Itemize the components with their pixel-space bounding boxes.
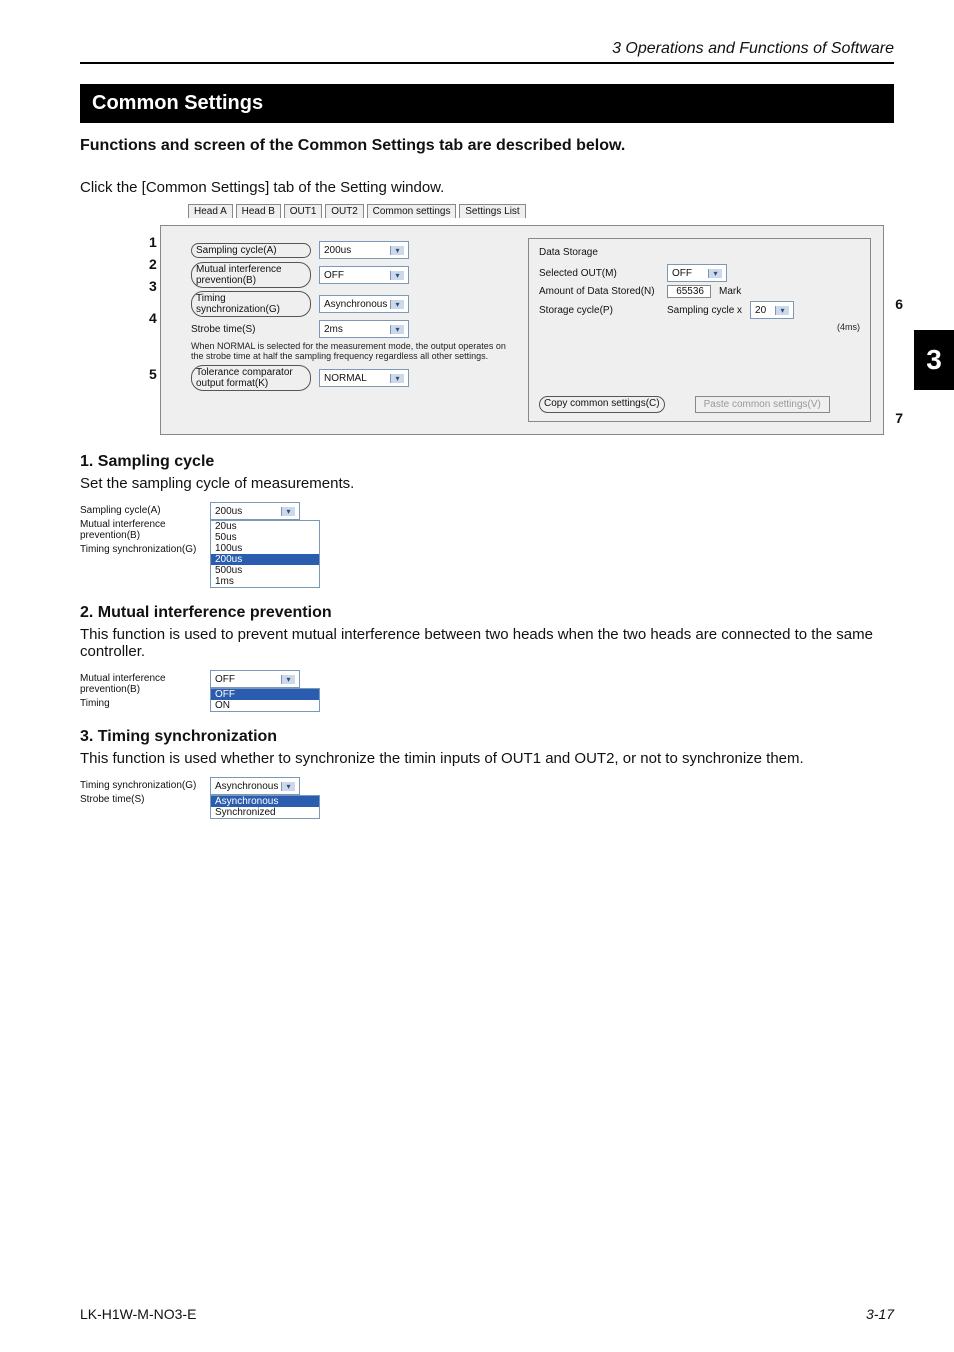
section-2-body: This function is used to prevent mutual …: [80, 626, 894, 660]
chevron-down-icon: ▾: [390, 300, 404, 309]
s3-select[interactable]: Asynchronous ▾: [210, 777, 300, 795]
chevron-down-icon: ▾: [281, 782, 295, 791]
section-3-figure: Timing synchronization(G) Strobe time(S)…: [80, 777, 894, 819]
selected-out-label: Selected OUT(M): [539, 268, 659, 279]
list-item[interactable]: 1ms: [211, 576, 319, 587]
callout-7: 7: [895, 410, 903, 426]
tab-common[interactable]: Common settings: [367, 204, 457, 218]
running-head: 3 Operations and Functions of Software: [80, 40, 894, 64]
tab-out1[interactable]: OUT1: [284, 204, 323, 218]
lead-text: Functions and screen of the Common Setti…: [80, 137, 894, 155]
tab-head-a[interactable]: Head A: [188, 204, 233, 218]
tolerance-value: NORMAL: [324, 373, 367, 384]
sampling-label: Sampling cycle(A): [191, 243, 311, 258]
chevron-down-icon: ▾: [281, 675, 295, 684]
list-item[interactable]: OFF: [211, 689, 319, 700]
section-2-heading: 2. Mutual interference prevention: [80, 604, 894, 622]
s1-select-value: 200us: [215, 506, 242, 517]
chevron-down-icon: ▾: [281, 507, 295, 516]
list-item[interactable]: 200us: [211, 554, 319, 565]
s3-label-1: Strobe time(S): [80, 794, 200, 805]
list-item[interactable]: Asynchronous: [211, 796, 319, 807]
sampling-value: 200us: [324, 245, 351, 256]
tolerance-label: Tolerance comparator output format(K): [191, 365, 311, 391]
list-item[interactable]: 500us: [211, 565, 319, 576]
storage-cycle-mid: Sampling cycle x: [667, 305, 742, 316]
s1-select[interactable]: 200us ▾: [210, 502, 300, 520]
s1-dropdown-list[interactable]: 20us 50us 100us 200us 500us 1ms: [210, 520, 320, 588]
chevron-down-icon: ▾: [390, 246, 404, 255]
storage-cycle-value: 20: [755, 305, 766, 316]
callout-3: 3: [149, 278, 157, 294]
intro-text: Click the [Common Settings] tab of the S…: [80, 179, 894, 196]
paste-settings-button[interactable]: Paste common settings(V): [695, 396, 830, 413]
list-item[interactable]: Synchronized: [211, 807, 319, 818]
selected-out-select[interactable]: OFF ▾: [667, 264, 727, 282]
timing-label: Timing synchronization(G): [191, 291, 311, 317]
s2-select-value: OFF: [215, 674, 235, 685]
section-1-heading: 1. Sampling cycle: [80, 453, 894, 471]
section-3-body: This function is used whether to synchro…: [80, 750, 894, 767]
mip-select[interactable]: OFF ▾: [319, 266, 409, 284]
chevron-down-icon: ▾: [390, 271, 404, 280]
amount-stored-label: Amount of Data Stored(N): [539, 286, 659, 297]
section-2-figure: Mutual interference prevention(B) Timing…: [80, 670, 894, 712]
tolerance-select[interactable]: NORMAL ▾: [319, 369, 409, 387]
storage-cycle-label: Storage cycle(P): [539, 305, 659, 316]
page-title: Common Settings: [80, 84, 894, 123]
s1-label-0: Sampling cycle(A): [80, 505, 200, 516]
chevron-down-icon: ▾: [775, 306, 789, 315]
strobe-note: When NORMAL is selected for the measurem…: [191, 341, 512, 361]
amount-stored-suffix: Mark: [719, 286, 741, 297]
mip-value: OFF: [324, 270, 344, 281]
list-item[interactable]: ON: [211, 700, 319, 711]
list-item[interactable]: 50us: [211, 532, 319, 543]
s1-label-2: Timing synchronization(G): [80, 544, 200, 555]
list-item[interactable]: 20us: [211, 521, 319, 532]
s3-dropdown-list[interactable]: Asynchronous Synchronized: [210, 795, 320, 819]
tab-strip: Head A Head B OUT1 OUT2 Common settings …: [160, 206, 884, 221]
tab-head-b[interactable]: Head B: [236, 204, 281, 218]
storage-cycle-select[interactable]: 20 ▾: [750, 301, 794, 319]
s2-dropdown-list[interactable]: OFF ON: [210, 688, 320, 712]
chapter-tab: 3: [914, 330, 954, 390]
mip-label: Mutual interference prevention(B): [191, 262, 311, 288]
s2-select[interactable]: OFF ▾: [210, 670, 300, 688]
list-item[interactable]: 100us: [211, 543, 319, 554]
amount-stored-value[interactable]: 65536: [667, 285, 711, 298]
s2-label-1: Timing: [80, 698, 200, 709]
chevron-down-icon: ▾: [708, 269, 722, 278]
footer-left: LK-H1W-M-NO3-E: [80, 1306, 196, 1322]
selected-out-value: OFF: [672, 268, 692, 279]
copy-settings-button[interactable]: Copy common settings(C): [539, 396, 665, 413]
tab-out2[interactable]: OUT2: [325, 204, 364, 218]
timing-value: Asynchronous: [324, 299, 387, 310]
section-3-heading: 3. Timing synchronization: [80, 728, 894, 746]
data-storage-heading: Data Storage: [539, 247, 860, 258]
callout-4: 4: [149, 310, 157, 326]
timing-select[interactable]: Asynchronous ▾: [319, 295, 409, 313]
sampling-select[interactable]: 200us ▾: [319, 241, 409, 259]
tab-settings-list[interactable]: Settings List: [459, 204, 525, 218]
section-1-body: Set the sampling cycle of measurements.: [80, 475, 894, 492]
s2-label-0: Mutual interference prevention(B): [80, 673, 200, 695]
callout-2: 2: [149, 256, 157, 272]
chevron-down-icon: ▾: [390, 374, 404, 383]
strobe-select[interactable]: 2ms ▾: [319, 320, 409, 338]
s3-select-value: Asynchronous: [215, 781, 278, 792]
section-1-figure: Sampling cycle(A) Mutual interference pr…: [80, 502, 894, 588]
s3-label-0: Timing synchronization(G): [80, 780, 200, 791]
callout-5: 5: [149, 366, 157, 382]
page-number: 3-17: [866, 1306, 894, 1322]
chevron-down-icon: ▾: [390, 325, 404, 334]
storage-cycle-note: (4ms): [539, 322, 860, 332]
s1-label-1: Mutual interference prevention(B): [80, 519, 200, 541]
callout-6: 6: [895, 296, 903, 312]
settings-panel: 1 2 3 4 5 Sampling cycle(A) 200us ▾ Mutu…: [160, 225, 884, 435]
strobe-label: Strobe time(S): [191, 324, 311, 335]
callout-1: 1: [149, 234, 157, 250]
strobe-value: 2ms: [324, 324, 343, 335]
